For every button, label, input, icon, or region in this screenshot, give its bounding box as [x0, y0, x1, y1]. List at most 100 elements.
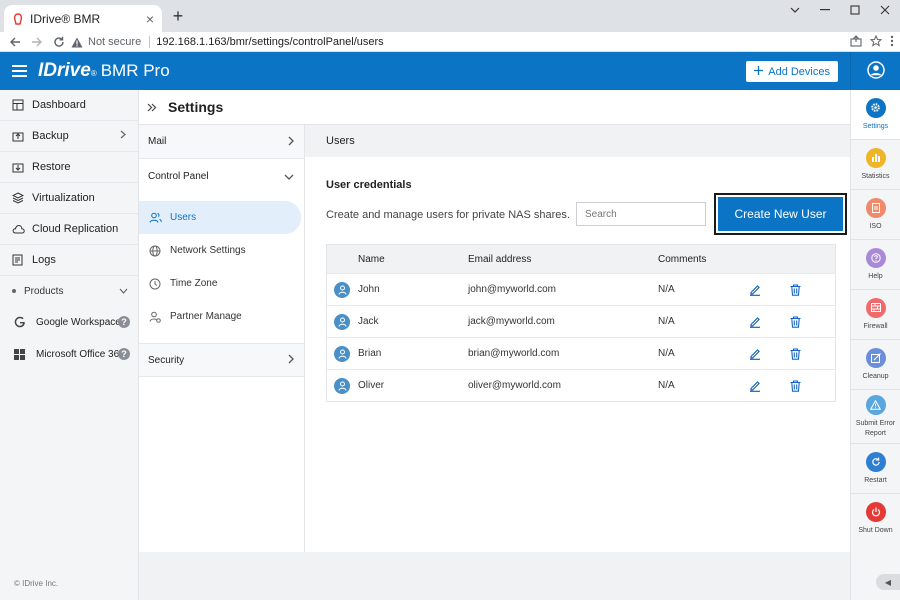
page-title: Settings: [168, 99, 224, 115]
toolbar-submit-error-report[interactable]: Submit Error Report: [851, 390, 900, 444]
warning-icon[interactable]: [70, 37, 84, 48]
browser-address-bar: Not secure 192.168.1.163/bmr/settings/co…: [0, 32, 900, 52]
bookmark-star-icon[interactable]: [869, 34, 883, 50]
collapse-toolbar-icon[interactable]: ◀: [876, 574, 900, 590]
submenu-item-users[interactable]: Users: [139, 201, 301, 234]
submenu-group-control-panel[interactable]: Control Panel: [139, 159, 304, 193]
table-header: Name Email address Comments: [327, 245, 835, 273]
user-avatar-icon: [334, 377, 350, 394]
user-profile-icon[interactable]: [866, 60, 885, 82]
left-navigation: Dashboard Backup Restore Virtualization …: [0, 90, 139, 600]
reload-icon[interactable]: [48, 32, 70, 52]
nav-item-cloud-replication[interactable]: Cloud Replication: [0, 214, 138, 245]
edit-icon[interactable]: [749, 316, 761, 328]
window-close-icon[interactable]: [870, 0, 900, 20]
toolbar-label: Firewall: [863, 322, 888, 330]
maximize-icon[interactable]: [840, 0, 870, 20]
submenu-group-label: Control Panel: [148, 170, 209, 182]
table-row: Jack jack@myworld.com N/A: [327, 305, 835, 337]
toolbar-label: Submit Error Report: [855, 419, 896, 437]
brand-logo[interactable]: IDrive ® BMR Pro: [38, 60, 170, 82]
toolbar-settings[interactable]: Settings: [851, 90, 900, 140]
delete-icon[interactable]: [790, 315, 801, 328]
nav-item-dashboard[interactable]: Dashboard: [0, 90, 138, 121]
toolbar-restart[interactable]: Restart: [851, 444, 900, 494]
toolbar-label: Settings: [862, 122, 889, 130]
share-icon[interactable]: [850, 34, 862, 50]
table-row: Brian brian@myworld.com N/A: [327, 337, 835, 369]
nav-item-microsoft-office-365[interactable]: Microsoft Office 365 ?: [0, 338, 138, 370]
nav-item-backup[interactable]: Backup: [0, 121, 138, 152]
toolbar-statistics[interactable]: Statistics: [851, 140, 900, 190]
submenu-group-security[interactable]: Security: [139, 343, 304, 377]
delete-icon[interactable]: [790, 283, 801, 296]
warning-icon: [865, 394, 886, 415]
back-icon[interactable]: [4, 32, 26, 52]
delete-icon[interactable]: [790, 379, 801, 392]
nav-item-virtualization[interactable]: Virtualization: [0, 183, 138, 214]
browser-menu-icon[interactable]: [890, 35, 894, 50]
create-new-user-button[interactable]: Create New User: [716, 195, 845, 233]
user-avatar-icon: [334, 313, 350, 330]
column-header-email[interactable]: Email address: [468, 254, 531, 265]
omnibox[interactable]: Not secure 192.168.1.163/bmr/settings/co…: [70, 32, 384, 52]
user-email: brian@myworld.com: [468, 348, 560, 359]
panel-heading: Users: [305, 125, 850, 157]
add-devices-label: Add Devices: [768, 65, 830, 78]
nav-products-toggle[interactable]: Products: [0, 276, 138, 306]
user-email: jack@myworld.com: [468, 316, 555, 327]
column-header-comments[interactable]: Comments: [658, 254, 706, 265]
plus-icon: [754, 65, 764, 78]
content-footer: [139, 552, 850, 600]
user-email: oliver@myworld.com: [468, 380, 561, 391]
submenu-item-network-settings[interactable]: Network Settings: [139, 234, 304, 267]
edit-icon[interactable]: [749, 348, 761, 360]
url-text[interactable]: 192.168.1.163/bmr/settings/controlPanel/…: [156, 36, 383, 48]
nav-app-label: Google Workspace: [36, 316, 121, 328]
nav-item-logs[interactable]: Logs: [0, 245, 138, 276]
help-icon[interactable]: ?: [118, 316, 130, 328]
toolbar-iso[interactable]: ISO: [851, 190, 900, 240]
app-header: IDrive ® BMR Pro Add Devices: [0, 52, 850, 90]
toolbar-label: Shut Down: [858, 527, 893, 534]
close-icon[interactable]: ×: [146, 11, 154, 27]
hamburger-menu-icon[interactable]: [0, 52, 38, 90]
help-icon[interactable]: ?: [118, 348, 130, 360]
table-row: John john@myworld.com N/A: [327, 273, 835, 305]
edit-icon[interactable]: [749, 380, 761, 392]
submenu-item-label: Users: [170, 212, 197, 223]
delete-icon[interactable]: [790, 347, 801, 360]
users-panel: Users User credentials Create and manage…: [305, 125, 850, 552]
browser-tab[interactable]: IDrive® BMR ×: [4, 5, 162, 32]
nav-item-google-workspace[interactable]: Google Workspace ?: [0, 306, 138, 338]
minimize-icon[interactable]: [810, 0, 840, 20]
cleanup-icon: [865, 347, 886, 368]
submenu-item-partner-manage[interactable]: Partner Manage: [139, 300, 304, 333]
submenu-group-label: Mail: [148, 136, 167, 147]
edit-icon[interactable]: [749, 284, 761, 296]
user-email: john@myworld.com: [468, 284, 556, 295]
double-chevron-right-icon[interactable]: [141, 90, 163, 125]
forward-icon[interactable]: [26, 32, 48, 52]
new-tab-button[interactable]: +: [168, 6, 188, 26]
users-icon: [149, 212, 162, 223]
column-header-name[interactable]: Name: [358, 254, 385, 265]
toolbar-cleanup[interactable]: Cleanup: [851, 340, 900, 390]
nav-label: Logs: [32, 254, 56, 266]
add-devices-button[interactable]: Add Devices: [746, 61, 838, 82]
cloud-icon: [12, 224, 26, 234]
submenu-item-time-zone[interactable]: Time Zone: [139, 267, 304, 300]
chevron-right-icon: [288, 135, 294, 149]
toolbar-label: Help: [868, 272, 883, 280]
toolbar-shut-down[interactable]: Shut Down: [851, 494, 900, 544]
user-name: Jack: [358, 316, 379, 327]
not-secure-label: Not secure: [88, 36, 142, 48]
search-input[interactable]: [576, 202, 706, 226]
submenu-group-mail[interactable]: Mail: [139, 125, 304, 159]
toolbar-help[interactable]: Help: [851, 240, 900, 290]
dashboard-icon: [12, 99, 26, 111]
nav-label: Dashboard: [32, 99, 86, 111]
chevron-down-icon[interactable]: [780, 0, 810, 20]
nav-item-restore[interactable]: Restore: [0, 152, 138, 183]
toolbar-firewall[interactable]: Firewall: [851, 290, 900, 340]
